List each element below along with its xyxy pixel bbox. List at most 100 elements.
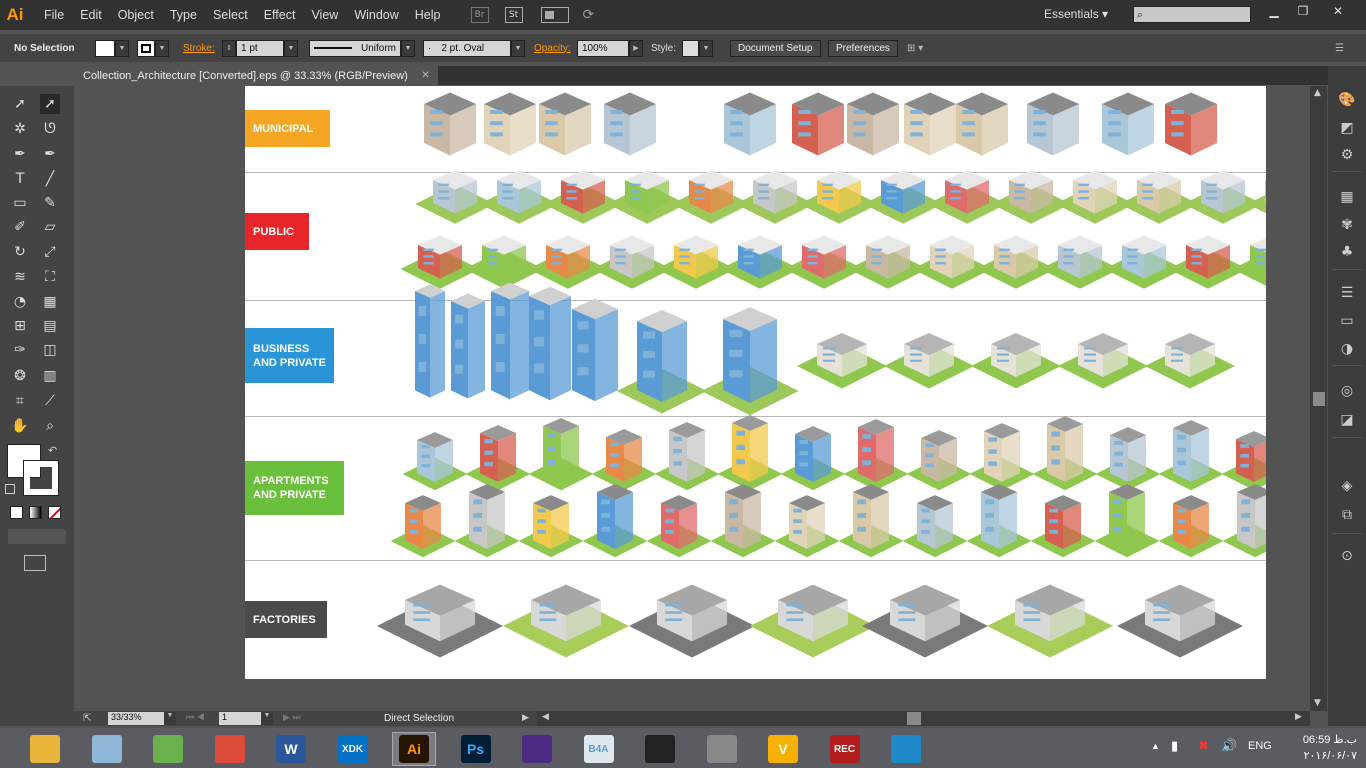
taskbar-notepad[interactable] bbox=[85, 732, 129, 766]
zoom-tool-icon[interactable]: ⌕ bbox=[40, 416, 60, 436]
curvature-tool-icon[interactable]: ✒ bbox=[40, 144, 60, 164]
rotate-tool-icon[interactable]: ↻ bbox=[10, 242, 30, 262]
gradient-panel-icon[interactable]: ▭ bbox=[1337, 312, 1357, 330]
document-setup-button[interactable]: Document Setup bbox=[730, 39, 821, 57]
zoom-field[interactable]: 33/33% bbox=[108, 712, 164, 725]
taskbar-illustrator[interactable]: Ai bbox=[392, 732, 436, 766]
bridge-button[interactable]: Br bbox=[470, 7, 489, 23]
stroke-label[interactable]: Stroke: bbox=[183, 39, 215, 57]
stroke-dropdown-icon[interactable]: ▼ bbox=[155, 39, 169, 57]
stroke-weight-dropdown-icon[interactable]: ▼ bbox=[284, 39, 298, 57]
blend-tool-icon[interactable]: ◫ bbox=[40, 340, 60, 360]
vertical-scrollbar[interactable]: ▲ ▼ bbox=[1310, 86, 1327, 711]
swatches-icon[interactable]: ▦ bbox=[1337, 188, 1357, 206]
horizontal-scrollbar[interactable]: ◀ ▶ bbox=[537, 711, 1310, 726]
last-artboard-icon[interactable]: ▶ ⏭ bbox=[283, 712, 301, 723]
hand-tool-icon[interactable]: ✋ bbox=[10, 416, 30, 436]
taskbar-word[interactable]: W bbox=[269, 732, 313, 766]
vertical-scroll-thumb[interactable] bbox=[1313, 392, 1325, 406]
direct-selection-tool-icon[interactable]: ➚ bbox=[40, 94, 60, 114]
volume-icon[interactable]: 🔊 bbox=[1221, 738, 1237, 754]
taskbar-vegas[interactable]: V bbox=[761, 732, 805, 766]
symbol-sprayer-tool-icon[interactable]: ❂ bbox=[10, 366, 30, 386]
slice-tool-icon[interactable]: ⟋ bbox=[40, 391, 60, 411]
brushes-icon[interactable]: ✾ bbox=[1337, 216, 1357, 234]
horizontal-scroll-thumb[interactable] bbox=[907, 712, 921, 725]
mesh-tool-icon[interactable]: ⊞ bbox=[10, 316, 30, 336]
rectangle-tool-icon[interactable]: ▭ bbox=[10, 193, 30, 213]
menu-effect[interactable]: Effect bbox=[256, 8, 304, 22]
close-tab-icon[interactable]: ✕ bbox=[421, 70, 429, 81]
transparency-panel-icon[interactable]: ◑ bbox=[1337, 340, 1357, 358]
menu-help[interactable]: Help bbox=[407, 8, 449, 22]
taskbar-file-explorer[interactable] bbox=[23, 732, 67, 766]
opacity-arrow-icon[interactable]: ▶ bbox=[629, 39, 643, 57]
search-help-input[interactable]: ⌕ bbox=[1133, 6, 1251, 23]
align-options-icon[interactable]: ⊞ ▾ bbox=[907, 39, 923, 57]
status-menu-icon[interactable]: ▶ bbox=[522, 712, 529, 723]
menu-edit[interactable]: Edit bbox=[72, 8, 110, 22]
eraser-tool-icon[interactable]: ▱ bbox=[40, 217, 60, 237]
taskbar-settings[interactable] bbox=[700, 732, 744, 766]
taskbar-eclipse[interactable] bbox=[515, 732, 559, 766]
default-colors-icon[interactable] bbox=[5, 484, 15, 494]
variable-width-profile[interactable]: Uniform bbox=[309, 39, 401, 57]
menu-file[interactable]: File bbox=[36, 8, 72, 22]
kuler-icon[interactable]: ⚙ bbox=[1337, 146, 1357, 164]
control-menu-icon[interactable]: ☰ bbox=[1335, 39, 1344, 57]
paintbrush-tool-icon[interactable]: ✎ bbox=[40, 193, 60, 213]
taskbar-recorder[interactable]: REC bbox=[823, 732, 867, 766]
clock-date[interactable]: ۲۰۱۶/۰۶/۰۷ bbox=[1285, 749, 1357, 762]
eyedropper-tool-icon[interactable]: ✑ bbox=[10, 340, 30, 360]
taskbar-unity[interactable] bbox=[638, 732, 682, 766]
style-swatch[interactable] bbox=[682, 39, 699, 57]
shaper-tool-icon[interactable]: ✐ bbox=[10, 217, 30, 237]
taskbar-b4a[interactable]: B4A bbox=[577, 732, 621, 766]
opacity-label[interactable]: Opacity: bbox=[534, 39, 571, 57]
artboards-icon[interactable]: ⧉ bbox=[1337, 506, 1357, 524]
stock-button[interactable]: St bbox=[504, 7, 523, 23]
scale-tool-icon[interactable]: ⤢ bbox=[40, 242, 60, 262]
fill-swatch[interactable] bbox=[95, 39, 115, 57]
network-error-icon[interactable]: ✖ bbox=[1198, 738, 1209, 754]
style-dropdown-icon[interactable]: ▼ bbox=[699, 39, 713, 57]
artboard-dropdown-icon[interactable]: ▼ bbox=[261, 712, 273, 725]
scroll-left-icon[interactable]: ◀ bbox=[542, 712, 549, 722]
menu-select[interactable]: Select bbox=[205, 8, 256, 22]
menu-object[interactable]: Object bbox=[110, 8, 162, 22]
stroke-panel-icon[interactable]: ☰ bbox=[1337, 284, 1357, 302]
language-indicator[interactable]: ENG bbox=[1248, 740, 1272, 752]
show-hidden-icons-icon[interactable]: ▲ bbox=[1151, 741, 1160, 751]
close-button[interactable]: ✕ bbox=[1326, 4, 1350, 20]
color-guide-icon[interactable]: ◩ bbox=[1337, 119, 1357, 137]
stroke-swatch[interactable] bbox=[137, 39, 155, 57]
navigator-icon[interactable]: ⊙ bbox=[1337, 547, 1357, 565]
taskbar-photoshop[interactable]: Ps bbox=[454, 732, 498, 766]
layers-icon[interactable]: ◈ bbox=[1337, 477, 1357, 495]
artboard[interactable]: MUNICIPAL PUBLIC BUSINESS AND PRIVATE APA… bbox=[245, 86, 1266, 679]
arrange-documents-icon[interactable] bbox=[540, 7, 569, 23]
taskbar-chrome[interactable] bbox=[208, 732, 252, 766]
taskbar-media-player[interactable] bbox=[884, 732, 928, 766]
width-tool-icon[interactable]: ≋ bbox=[10, 267, 30, 287]
minimize-button[interactable]: ▁ bbox=[1262, 4, 1286, 20]
menu-view[interactable]: View bbox=[303, 8, 346, 22]
menu-type[interactable]: Type bbox=[162, 8, 205, 22]
first-artboard-icon[interactable]: ⏮ ◀ bbox=[186, 712, 205, 723]
swap-fill-stroke-icon[interactable]: ↶ bbox=[48, 444, 57, 457]
restore-button[interactable]: ❐ bbox=[1291, 4, 1315, 20]
taskbar-intel-xdk[interactable]: XDK bbox=[331, 732, 375, 766]
line-tool-icon[interactable]: ╱ bbox=[40, 169, 60, 189]
pen-tool-icon[interactable]: ✒ bbox=[10, 144, 30, 164]
zoom-dropdown-icon[interactable]: ▼ bbox=[164, 712, 176, 725]
profile-dropdown-icon[interactable]: ▼ bbox=[401, 39, 415, 57]
gradient-tool-icon[interactable]: ▤ bbox=[40, 316, 60, 336]
taskbar-bluestacks[interactable] bbox=[146, 732, 190, 766]
stroke-color-box[interactable] bbox=[23, 460, 59, 496]
type-tool-icon[interactable]: T bbox=[10, 169, 30, 189]
stroke-stepper[interactable]: ⇕ bbox=[222, 39, 236, 57]
preferences-button[interactable]: Preferences bbox=[828, 39, 898, 57]
column-graph-tool-icon[interactable]: ▥ bbox=[40, 366, 60, 386]
opacity-field[interactable]: 100% bbox=[577, 39, 629, 57]
scroll-right-icon[interactable]: ▶ bbox=[1295, 712, 1302, 722]
